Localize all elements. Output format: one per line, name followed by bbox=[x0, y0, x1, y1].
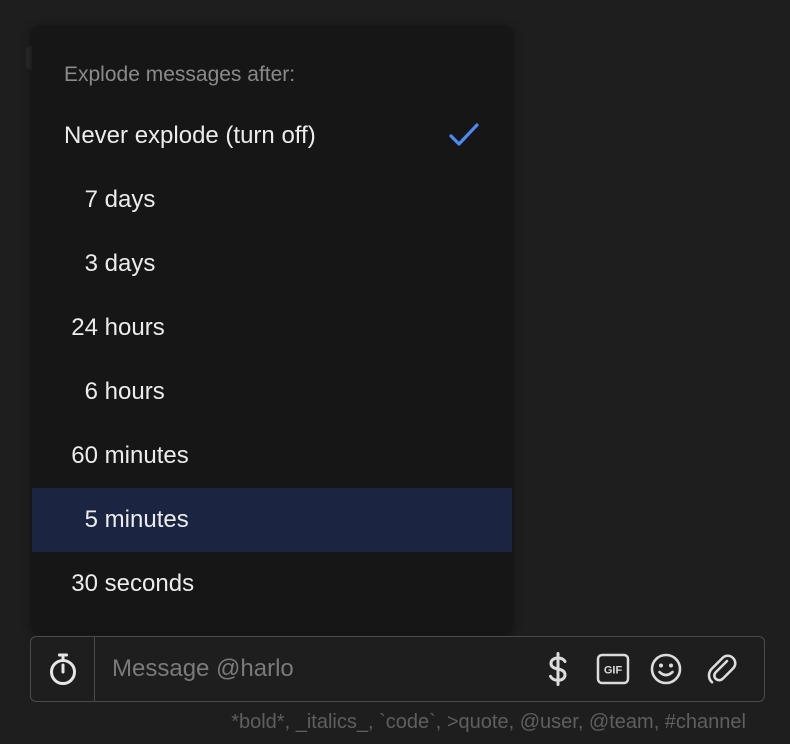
menu-item-never[interactable]: Never explode (turn off) bbox=[32, 104, 512, 168]
menu-item-unit: days bbox=[98, 250, 156, 278]
menu-item-unit-text: days bbox=[104, 250, 156, 277]
menu-item-24-hours[interactable]: 24 hours bbox=[32, 296, 512, 360]
menu-item-unit: hours bbox=[98, 378, 165, 406]
menu-item-unit: hours bbox=[98, 314, 165, 342]
explode-timer-button[interactable] bbox=[31, 637, 95, 701]
menu-item-unit-text: days bbox=[104, 186, 156, 213]
gif-icon: GIF bbox=[596, 653, 630, 685]
explode-menu: Explode messages after: Never explode (t… bbox=[32, 26, 512, 632]
menu-item-unit-text: minutes bbox=[104, 506, 189, 533]
paperclip-icon bbox=[707, 654, 737, 684]
menu-item-unit-text: hours bbox=[104, 314, 165, 341]
menu-item-unit: days bbox=[98, 186, 156, 214]
menu-item-7-days[interactable]: 7 days bbox=[32, 168, 512, 232]
menu-item-unit-text: hours bbox=[104, 378, 165, 405]
stopwatch-icon bbox=[49, 653, 76, 685]
attach-button[interactable] bbox=[705, 652, 739, 686]
menu-header: Explode messages after: bbox=[64, 63, 296, 86]
menu-item-unit: minutes bbox=[98, 442, 189, 470]
menu-item-label: Never explode (turn off) bbox=[64, 122, 316, 149]
menu-item-unit: minutes bbox=[98, 506, 189, 534]
menu-item-number: 7 bbox=[84, 186, 98, 213]
menu-item-60-minutes[interactable]: 60 minutes bbox=[32, 424, 512, 488]
menu-item-6-hours[interactable]: 6 hours bbox=[32, 360, 512, 424]
gif-button[interactable]: GIF bbox=[595, 652, 631, 686]
menu-item-number: 24 bbox=[71, 314, 98, 341]
emoji-icon bbox=[650, 653, 682, 685]
dollar-button[interactable] bbox=[541, 652, 575, 686]
menu-item-number: 30 bbox=[71, 570, 98, 597]
menu-item-number: 6 bbox=[84, 378, 98, 405]
menu-item-number: 5 bbox=[84, 506, 98, 533]
menu-item-30-seconds[interactable]: 30 seconds bbox=[32, 552, 512, 616]
menu-item-unit: seconds bbox=[98, 570, 194, 598]
formatting-hint: *bold*, _italics_, `code`, >quote, @user… bbox=[231, 711, 746, 733]
message-composer: GIF bbox=[30, 636, 765, 702]
menu-item-unit-text: seconds bbox=[104, 570, 195, 597]
menu-item-unit-text: minutes bbox=[104, 442, 189, 469]
emoji-button[interactable] bbox=[649, 652, 683, 686]
menu-item-3-days[interactable]: 3 days bbox=[32, 232, 512, 296]
menu-item-number: 60 bbox=[71, 442, 98, 469]
dollar-icon bbox=[549, 652, 567, 686]
gif-label: GIF bbox=[604, 665, 623, 677]
check-icon bbox=[449, 123, 479, 146]
menu-item-5-minutes[interactable]: 5 minutes bbox=[32, 488, 512, 552]
menu-item-number: 3 bbox=[84, 250, 98, 277]
